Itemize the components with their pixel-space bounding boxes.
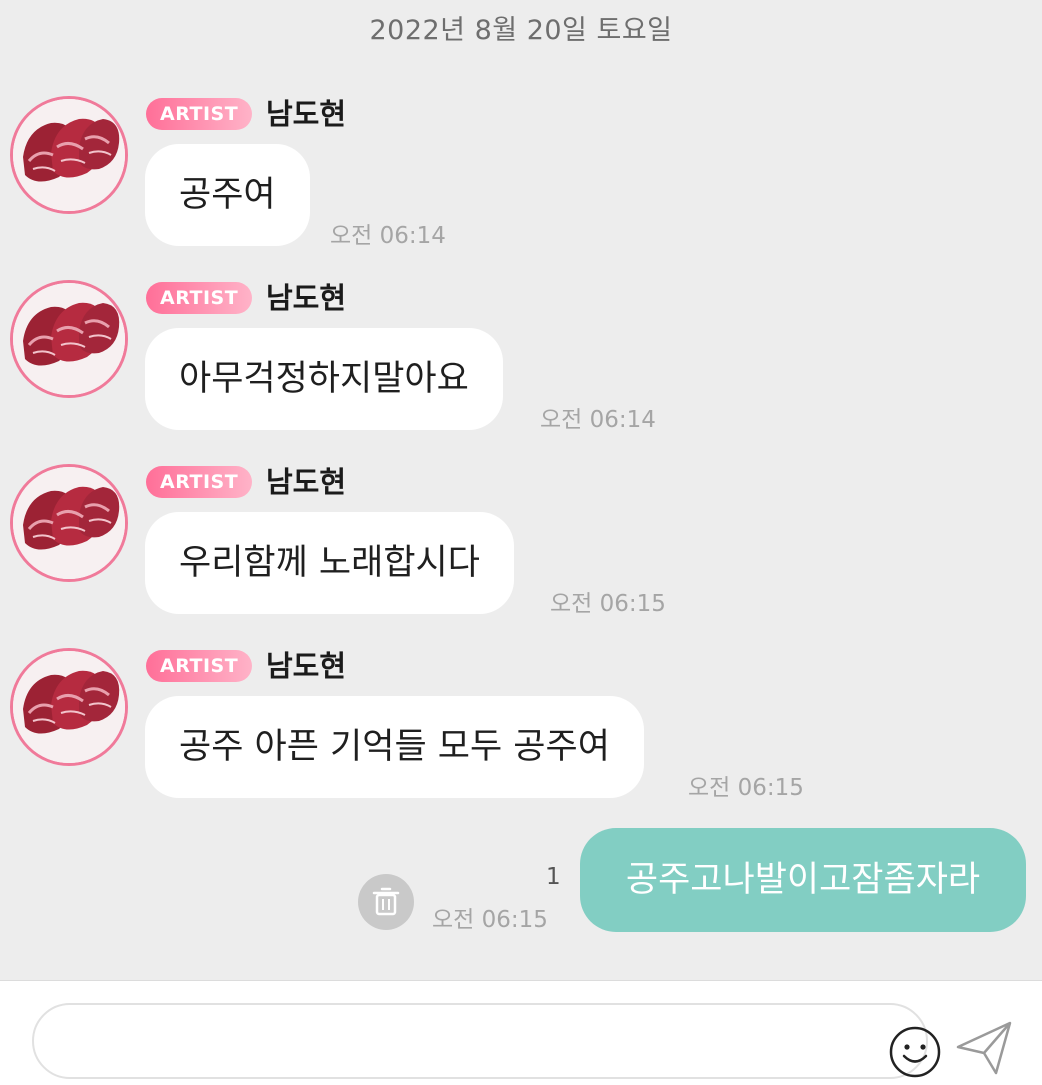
unread-count: 1 bbox=[546, 864, 561, 890]
steak-avatar-image bbox=[13, 99, 125, 211]
message-row: ARTIST 남도현 공주 아픈 기억들 모두 공주여 오전 06:15 bbox=[0, 648, 1042, 818]
message-time: 오전 06:15 bbox=[688, 775, 804, 801]
sender-name: 남도현 bbox=[266, 281, 347, 315]
message-time: 오전 06:14 bbox=[330, 223, 446, 249]
trash-icon bbox=[372, 887, 400, 916]
message-input[interactable] bbox=[62, 1019, 846, 1065]
message-bubble[interactable]: 공주 아픈 기억들 모두 공주여 bbox=[145, 696, 644, 798]
artist-avatar[interactable] bbox=[10, 648, 128, 766]
my-message-row: 1 오전 06:15 공주고나발이고잠좀자라 bbox=[0, 828, 1042, 938]
chat-area[interactable]: 2022년 8월 20일 토요일 ARTIST 남도현 공주여 오전 06:14 bbox=[0, 0, 1042, 980]
artist-avatar[interactable] bbox=[10, 464, 128, 582]
sender-name: 남도현 bbox=[266, 649, 347, 683]
emoji-button[interactable] bbox=[886, 1023, 944, 1081]
message-time: 오전 06:15 bbox=[550, 591, 666, 617]
paper-plane-icon bbox=[956, 1021, 1012, 1075]
message-row: ARTIST 남도현 우리함께 노래합시다 오전 06:15 bbox=[0, 464, 1042, 634]
artist-badge: ARTIST bbox=[146, 98, 253, 130]
steak-avatar-image bbox=[13, 651, 125, 763]
message-row: ARTIST 남도현 공주여 오전 06:14 bbox=[0, 96, 1042, 266]
delete-message-button[interactable] bbox=[358, 874, 414, 930]
artist-badge: ARTIST bbox=[146, 282, 253, 314]
send-button[interactable] bbox=[952, 1017, 1018, 1079]
date-header: 2022년 8월 20일 토요일 bbox=[369, 15, 673, 46]
input-bar bbox=[0, 980, 1042, 1085]
my-message-bubble[interactable]: 공주고나발이고잠좀자라 bbox=[580, 828, 1026, 932]
steak-avatar-image bbox=[13, 467, 125, 579]
my-message-time: 오전 06:15 bbox=[432, 907, 548, 933]
artist-avatar[interactable] bbox=[10, 280, 128, 398]
artist-avatar[interactable] bbox=[10, 96, 128, 214]
steak-avatar-image bbox=[13, 283, 125, 395]
sender-name: 남도현 bbox=[266, 97, 347, 131]
message-time: 오전 06:14 bbox=[540, 407, 656, 433]
artist-badge: ARTIST bbox=[146, 650, 253, 682]
message-row: ARTIST 남도현 아무걱정하지말아요 오전 06:14 bbox=[0, 280, 1042, 450]
message-bubble[interactable]: 아무걱정하지말아요 bbox=[145, 328, 503, 430]
message-bubble[interactable]: 우리함께 노래합시다 bbox=[145, 512, 514, 614]
sender-name: 남도현 bbox=[266, 465, 347, 499]
message-bubble[interactable]: 공주여 bbox=[145, 144, 310, 246]
artist-badge: ARTIST bbox=[146, 466, 253, 498]
message-input-container[interactable] bbox=[32, 1003, 941, 1079]
smiley-icon bbox=[889, 1026, 941, 1078]
